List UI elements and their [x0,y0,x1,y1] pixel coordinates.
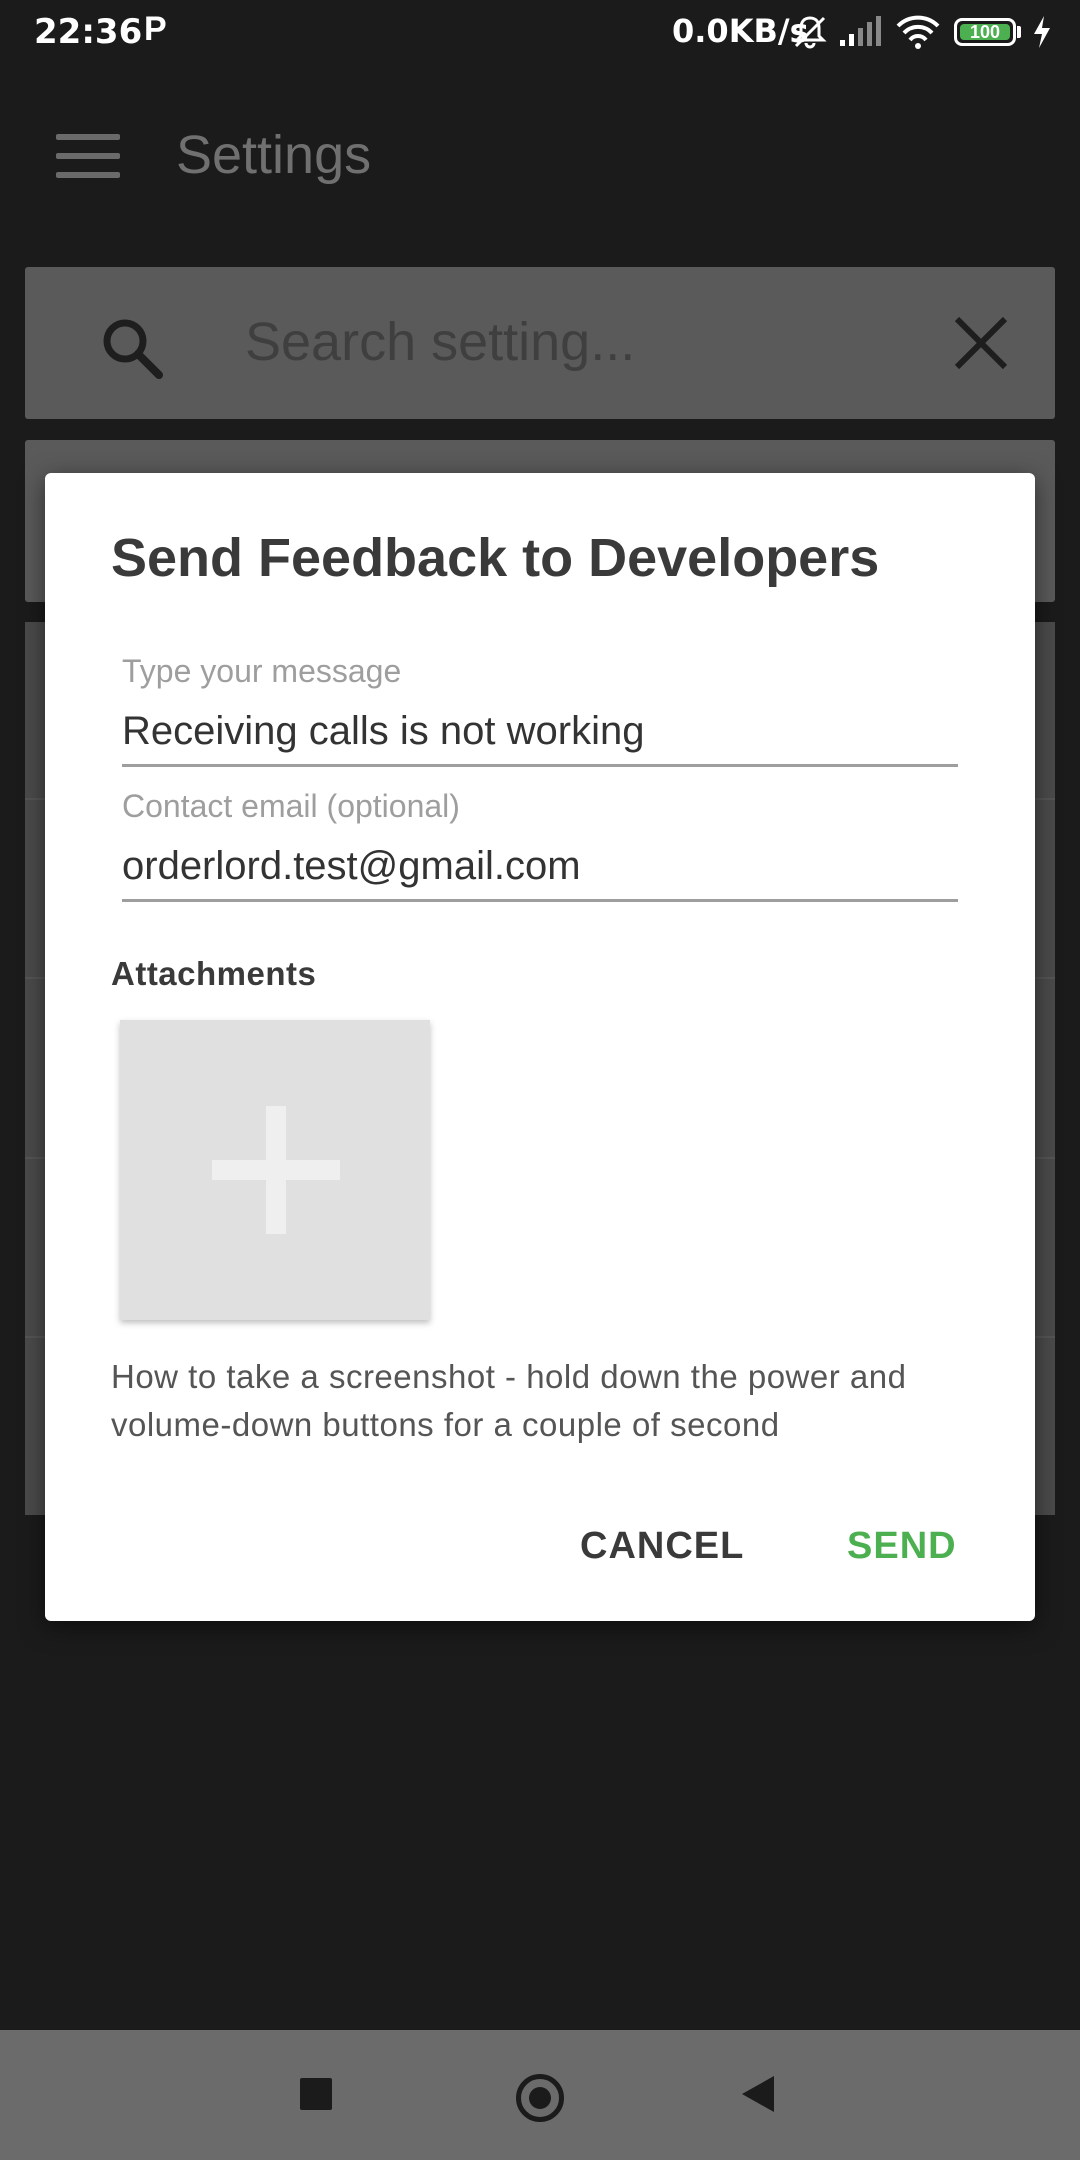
app-bar: Settings [0,66,1080,246]
plus-icon-vertical [266,1106,286,1234]
back-triangle-icon[interactable] [742,2076,774,2112]
message-label: Type your message [122,653,402,689]
battery-level: 100 [960,23,1010,41]
mute-bell-icon [793,16,827,49]
close-icon[interactable] [951,313,1011,373]
add-attachment-button[interactable] [120,1020,430,1320]
attachments-label: Attachments [111,955,317,992]
home-circle-icon[interactable] [516,2074,564,2122]
signal-icon [840,16,881,46]
battery-nub [1017,26,1021,38]
notification-p-icon: P [144,10,167,48]
dialog-title: Send Feedback to Developers [111,528,880,588]
feedback-dialog: Send Feedback to Developers Type your me… [45,473,1035,1621]
search-bar[interactable]: Search setting... [25,267,1055,419]
navigation-bar [0,2030,1080,2160]
search-input[interactable]: Search setting... [245,311,635,373]
cancel-button[interactable]: CANCEL [580,1525,744,1568]
email-label: Contact email (optional) [122,788,460,824]
charging-icon [1034,16,1050,48]
status-time: 22:36 [34,12,143,52]
page-title: Settings [176,125,372,185]
send-button[interactable]: SEND [847,1525,957,1568]
wifi-icon [896,15,940,49]
message-field[interactable]: Receiving calls is not working [122,709,958,767]
screenshot-hint: How to take a screenshot - hold down the… [111,1358,907,1443]
status-bar: 22:36 P 0.0KB/s 100 [0,0,1080,66]
battery-icon: 100 [954,18,1016,46]
search-icon [103,319,163,379]
recents-square-icon[interactable] [300,2078,332,2110]
hamburger-menu-icon[interactable] [56,134,120,178]
email-field[interactable]: orderlord.test@gmail.com [122,844,958,902]
network-speed: 0.0KB/s [672,12,809,50]
